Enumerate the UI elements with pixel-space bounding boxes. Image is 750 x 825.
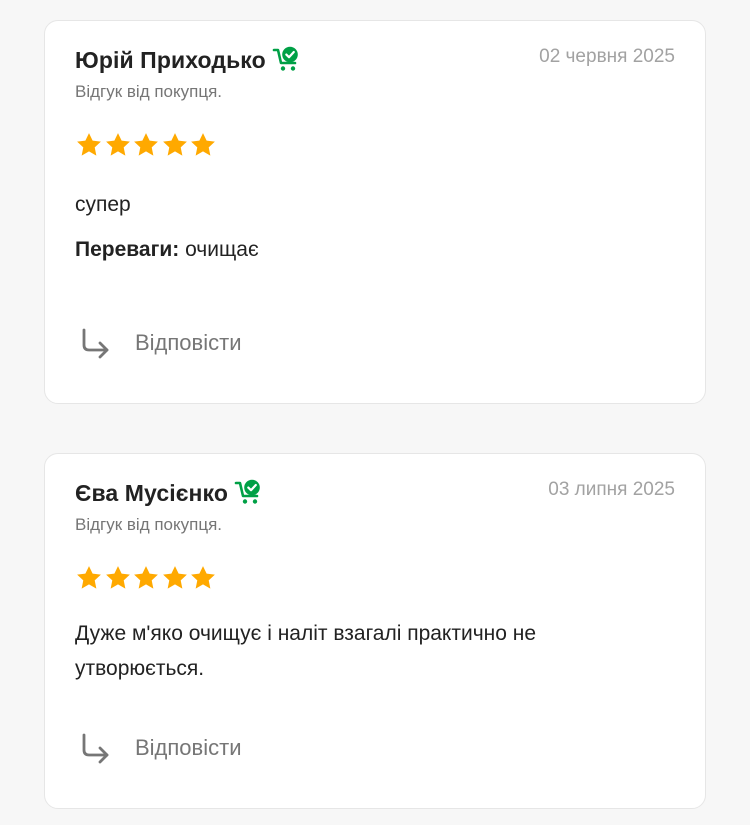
shopping-cart-check-icon (272, 45, 302, 75)
reply-label: Відповісти (135, 735, 242, 760)
reviews-page: Юрій Приходько 02 червня 2025 Відгук від… (0, 0, 750, 825)
star-icon (162, 133, 187, 156)
reply-button[interactable]: Відповісти (79, 326, 242, 360)
star-rating (75, 564, 218, 592)
reply-arrow-icon (82, 328, 109, 359)
author-row: Єва Мусієнко (75, 478, 264, 508)
star-icon (162, 566, 187, 589)
star-icon (77, 566, 101, 589)
review-date: 02 червня 2025 (539, 46, 675, 67)
reply-button[interactable]: Відповісти (79, 731, 242, 765)
star-icon (191, 133, 215, 156)
star-icon (134, 566, 158, 589)
star-icon (105, 133, 130, 156)
pros-label: Переваги: (75, 238, 180, 261)
review-text: супер (75, 193, 131, 216)
review-card: Єва Мусієнко 03 липня 2025 Відгук від по… (44, 453, 706, 809)
reply-label: Відповісти (135, 330, 242, 355)
buyer-review-label: Відгук від покупця. (75, 515, 223, 534)
reply-arrow-icon (82, 733, 109, 764)
author-name: Юрій Приходько (75, 46, 266, 73)
star-icon (105, 566, 130, 589)
star-rating (75, 131, 218, 159)
author-name: Єва Мусієнко (75, 479, 228, 506)
star-icon (134, 133, 158, 156)
author-row: Юрій Приходько (75, 45, 302, 75)
review-card: Юрій Приходько 02 червня 2025 Відгук від… (44, 20, 706, 404)
review-date: 03 липня 2025 (548, 479, 675, 500)
star-icon (191, 566, 215, 589)
pros-text: очищає (185, 238, 259, 261)
pros-row: Переваги: очищає (75, 238, 259, 262)
shopping-cart-check-icon (234, 478, 264, 508)
star-icon (77, 133, 101, 156)
buyer-review-label: Відгук від покупця. (75, 82, 223, 101)
review-text: Дуже м'яко очищує і наліт взагалі практи… (75, 622, 537, 680)
